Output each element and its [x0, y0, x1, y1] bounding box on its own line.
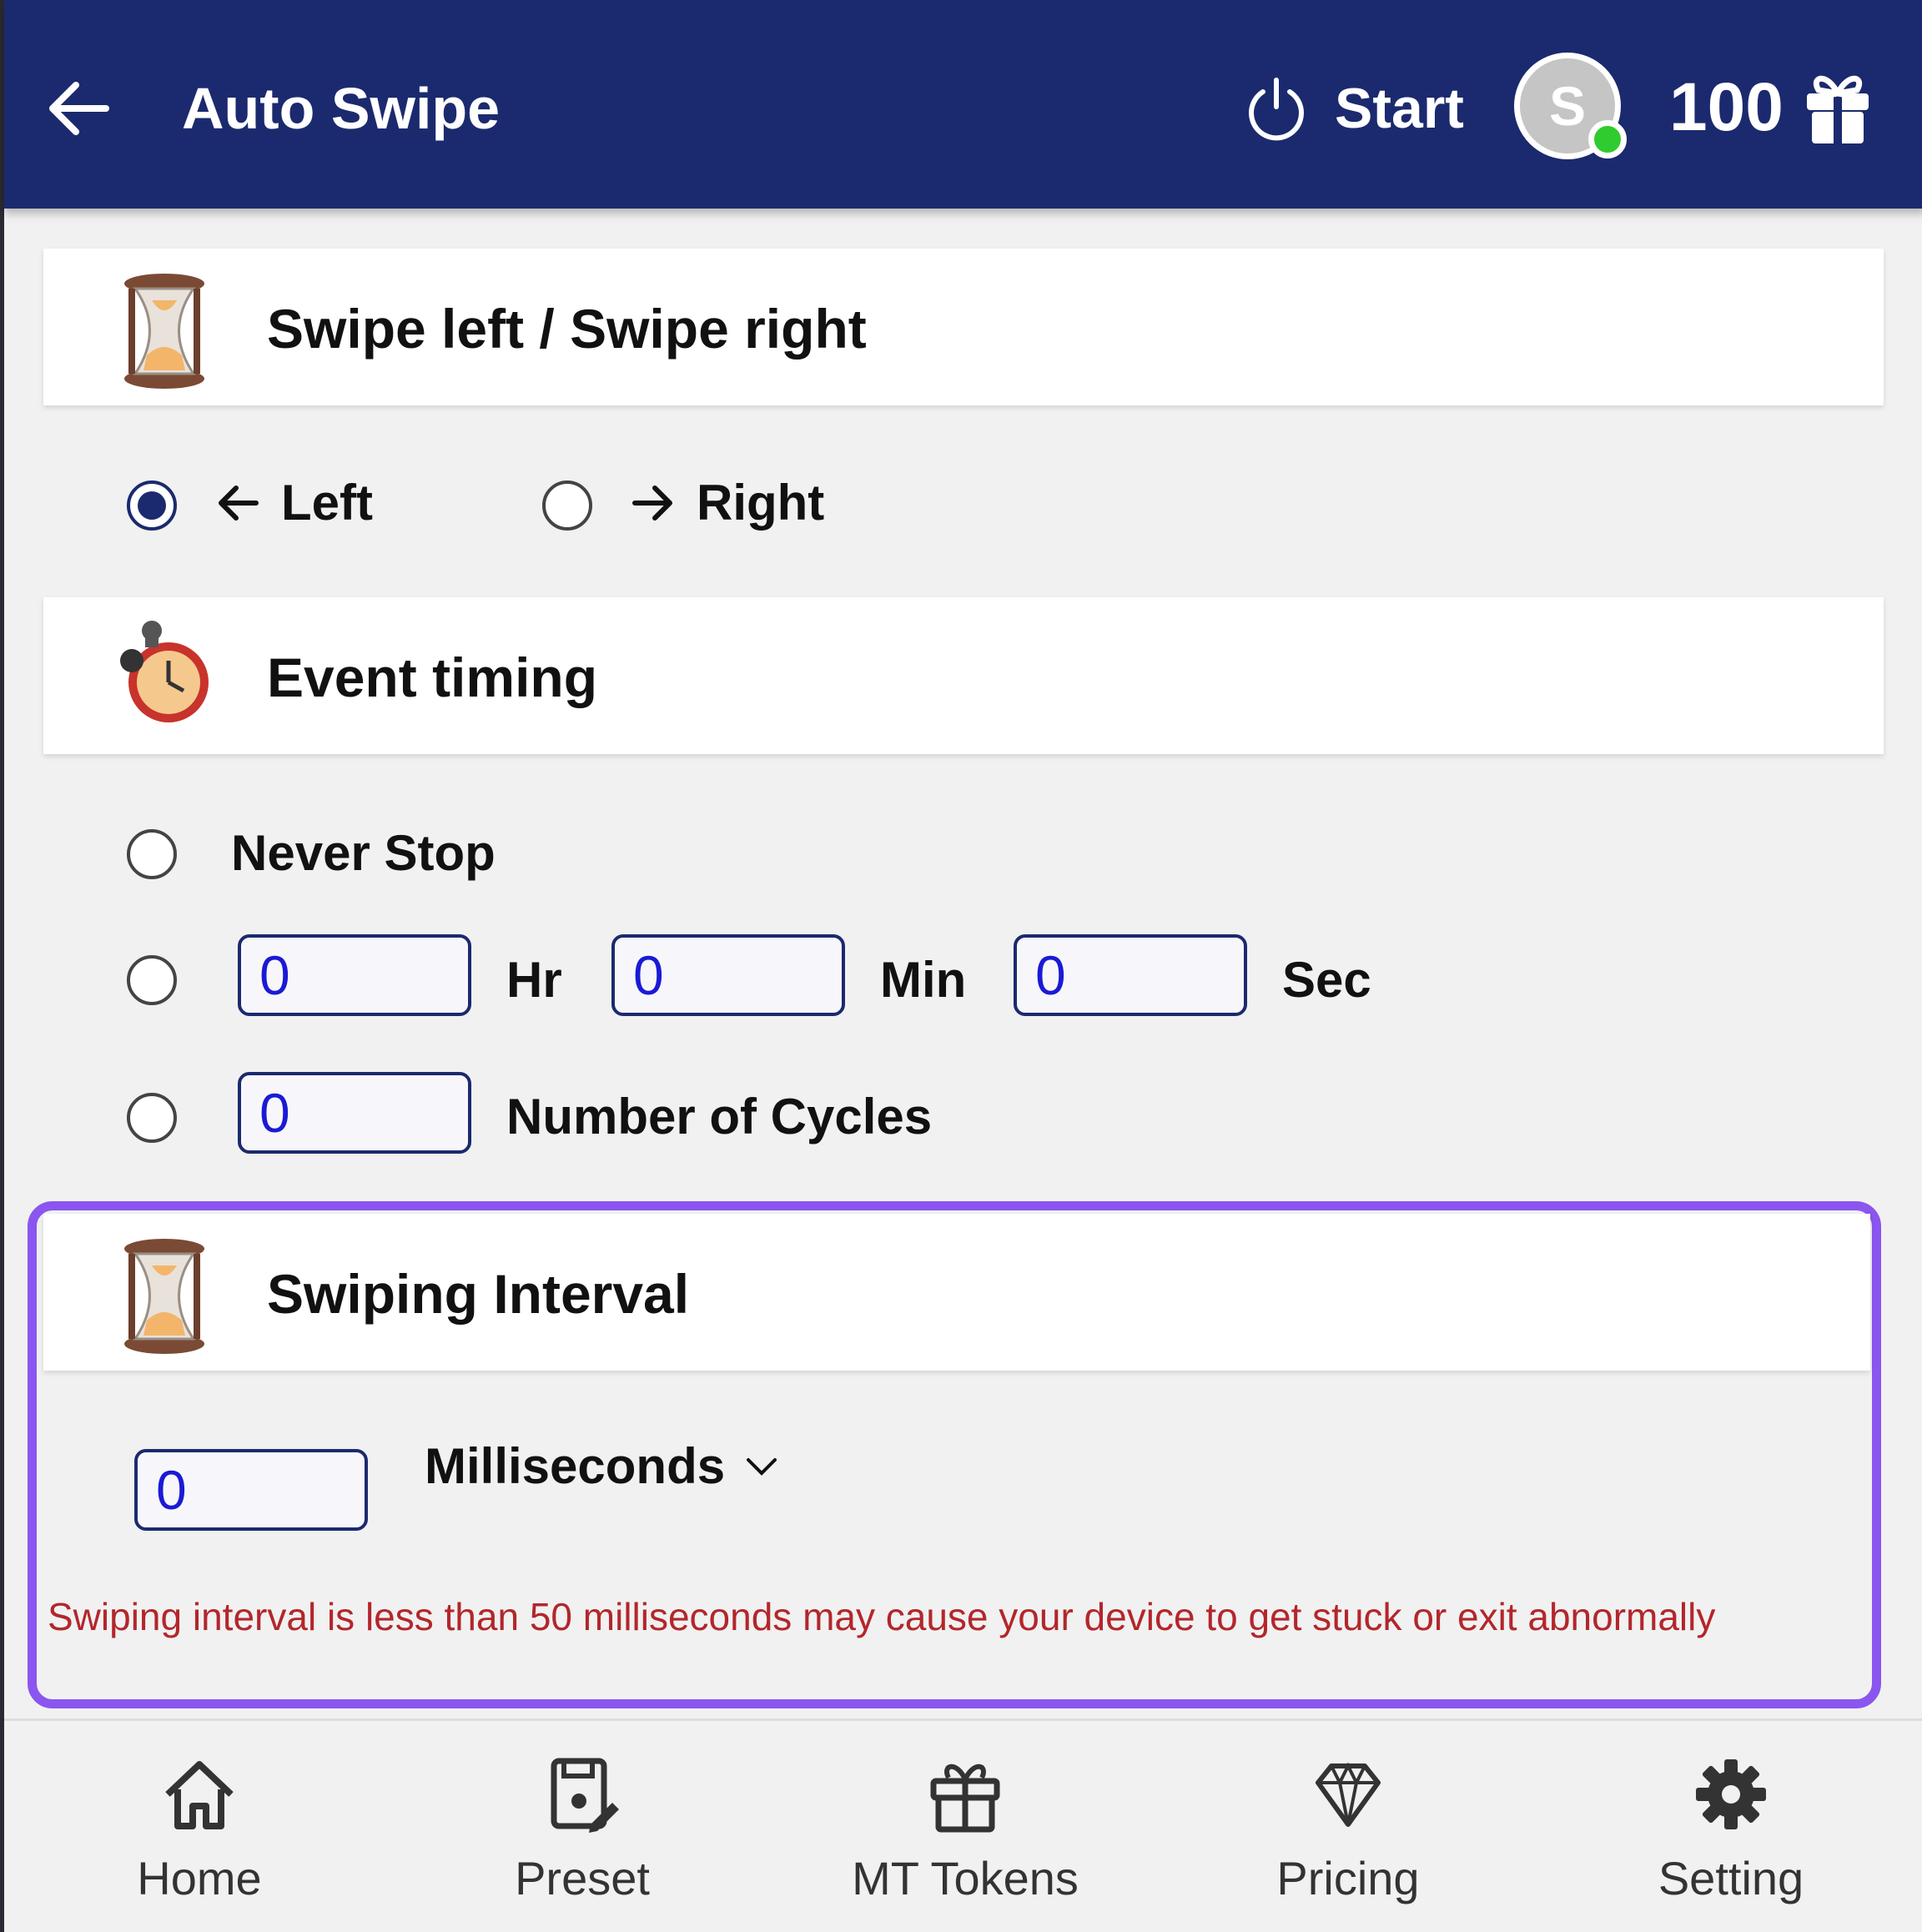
alarm-clock-icon — [120, 621, 209, 722]
right-option[interactable]: Right — [630, 474, 824, 531]
token-count: 100 — [1669, 69, 1784, 145]
minutes-label: Min — [880, 952, 967, 1008]
nav-home[interactable]: Home — [74, 1754, 325, 1913]
cycles-label: Number of Cycles — [506, 1089, 933, 1145]
swiping-interval-heading: Swiping Interval — [267, 1263, 690, 1325]
nav-pricing-label: Pricing — [1276, 1852, 1420, 1904]
swipe-direction-card: Swipe left / Swipe right — [43, 249, 1884, 405]
interval-input[interactable] — [134, 1449, 368, 1531]
event-timing-heading: Event timing — [267, 647, 598, 708]
right-option-label: Right — [697, 475, 825, 531]
never-stop-radio[interactable] — [127, 829, 177, 879]
gift-icon — [930, 1763, 1000, 1833]
app-window: Auto Swipe Start S 100 Swipe left / Swip… — [0, 0, 1922, 1932]
hourglass-icon — [124, 1239, 204, 1354]
bottom-nav: Home Preset MT Tokens Pricing Setting — [4, 1718, 1922, 1932]
units-selected-value: Milliseconds — [425, 1438, 726, 1494]
left-radio[interactable] — [127, 480, 177, 531]
gift-icon[interactable] — [1802, 68, 1874, 145]
avatar-initial: S — [1548, 75, 1587, 137]
nav-setting-label: Setting — [1658, 1852, 1804, 1904]
cycles-radio[interactable] — [127, 1093, 177, 1143]
gear-icon — [1696, 1759, 1766, 1829]
left-option[interactable]: Left — [214, 474, 373, 531]
nav-mt-tokens-label: MT Tokens — [852, 1852, 1079, 1904]
page-title: Auto Swipe — [182, 76, 501, 141]
preset-icon — [551, 1758, 619, 1833]
swipe-direction-heading: Swipe left / Swipe right — [267, 298, 867, 360]
arrow-right-icon — [632, 485, 672, 521]
home-icon — [165, 1761, 234, 1829]
nav-preset[interactable]: Preset — [457, 1754, 707, 1913]
interval-warning: Swiping interval is less than 50 millise… — [48, 1595, 1716, 1638]
units-dropdown[interactable]: Milliseconds — [425, 1437, 778, 1495]
nav-home-label: Home — [137, 1852, 262, 1904]
nav-pricing[interactable]: Pricing — [1223, 1754, 1473, 1913]
avatar[interactable]: S — [1514, 53, 1627, 159]
seconds-input[interactable] — [1014, 934, 1247, 1016]
chevron-down-icon — [747, 1457, 777, 1476]
never-stop-label: Never Stop — [231, 825, 496, 881]
start-button[interactable]: Start — [1243, 70, 1464, 147]
swiping-interval-card: Swiping Interval — [43, 1214, 1870, 1371]
seconds-label: Sec — [1282, 952, 1371, 1008]
nav-preset-label: Preset — [515, 1852, 650, 1904]
nav-setting[interactable]: Setting — [1606, 1754, 1856, 1913]
right-radio[interactable] — [542, 480, 592, 531]
start-label: Start — [1335, 77, 1464, 140]
online-status-dot — [1588, 120, 1627, 158]
duration-radio[interactable] — [127, 955, 177, 1005]
swiping-interval-section: Swiping Interval Milliseconds Swiping in… — [28, 1201, 1881, 1708]
arrow-left-icon — [49, 82, 109, 135]
cycles-input[interactable] — [238, 1072, 471, 1154]
left-option-label: Left — [281, 475, 373, 531]
nav-mt-tokens[interactable]: MT Tokens — [840, 1754, 1090, 1913]
back-button[interactable] — [44, 73, 114, 143]
power-icon — [1249, 78, 1304, 141]
hours-input[interactable] — [238, 934, 471, 1016]
event-timing-card: Event timing — [43, 597, 1884, 754]
top-bar: Auto Swipe Start S 100 — [4, 0, 1922, 209]
hours-label: Hr — [506, 952, 562, 1008]
diamond-icon — [1316, 1762, 1381, 1827]
hourglass-icon — [124, 274, 204, 389]
minutes-input[interactable] — [611, 934, 845, 1016]
arrow-left-icon — [219, 485, 259, 521]
